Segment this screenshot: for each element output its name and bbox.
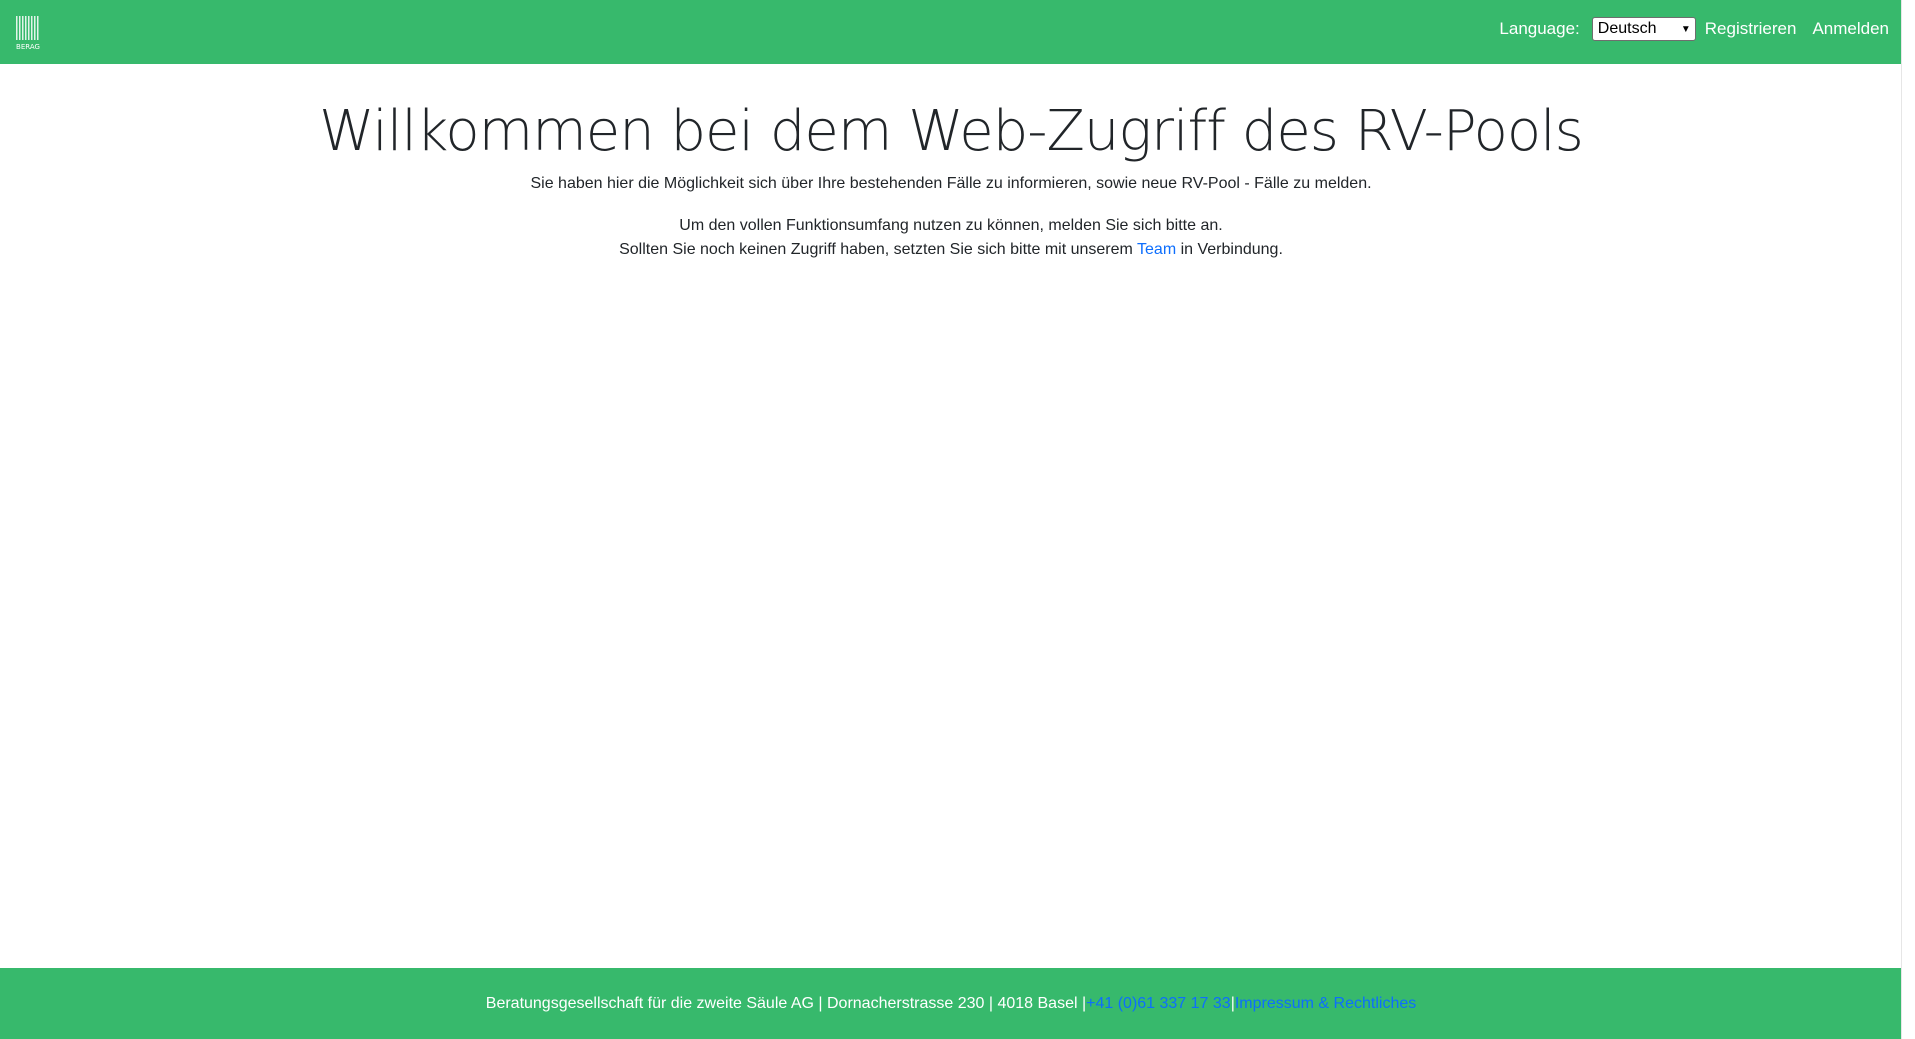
page-title: Willkommen bei dem Web-Zugriff des RV-Po…: [319, 99, 1584, 164]
team-link[interactable]: Team: [1137, 241, 1176, 258]
footer-phone-link[interactable]: +41 (0)61 337 17 33: [1086, 995, 1231, 1013]
berag-logo-icon: BERAG: [16, 16, 40, 51]
page-subtitle: Sie haben hier die Möglichkeit sich über…: [530, 175, 1372, 192]
info-text: Um den vollen Funktionsumfang nutzen zu …: [0, 214, 1902, 262]
top-navbar: BERAG Language: Deutsch ▼ Registrieren A…: [0, 0, 1902, 64]
info-line-2-after: in Verbindung.: [1176, 241, 1283, 258]
register-link[interactable]: Registrieren: [1705, 19, 1797, 39]
main-content: Willkommen bei dem Web-Zugriff des RV-Po…: [0, 64, 1902, 262]
window-scrollbar[interactable]: [1901, 0, 1915, 1039]
login-link[interactable]: Anmelden: [1812, 19, 1889, 39]
footer-imprint-link[interactable]: Impressum & Rechtliches: [1235, 995, 1416, 1013]
content-area: BERAG Language: Deutsch ▼ Registrieren A…: [0, 0, 1902, 1039]
footer-company-text: Beratungsgesellschaft für die zweite Säu…: [485, 994, 1087, 1012]
language-label: Language:: [1499, 19, 1580, 38]
chevron-down-icon: ▼: [1680, 23, 1691, 35]
info-line-1: Um den vollen Funktionsumfang nutzen zu …: [679, 217, 1223, 234]
nav-right: Language: Deutsch ▼ Registrieren Anmelde…: [1499, 16, 1889, 42]
language-select-value: Deutsch: [1597, 20, 1657, 37]
language-select[interactable]: Deutsch ▼: [1591, 17, 1696, 41]
logo-text: BERAG: [16, 43, 40, 51]
info-line-2-before: Sollten Sie noch keinen Zugriff haben, s…: [619, 241, 1138, 258]
footer: Beratungsgesellschaft für die zweite Säu…: [0, 968, 1902, 1039]
berag-logo[interactable]: BERAG: [14, 14, 42, 52]
page: BERAG Language: Deutsch ▼ Registrieren A…: [0, 0, 1915, 1039]
info-line-2: Sollten Sie noch keinen Zugriff haben, s…: [0, 238, 1902, 262]
